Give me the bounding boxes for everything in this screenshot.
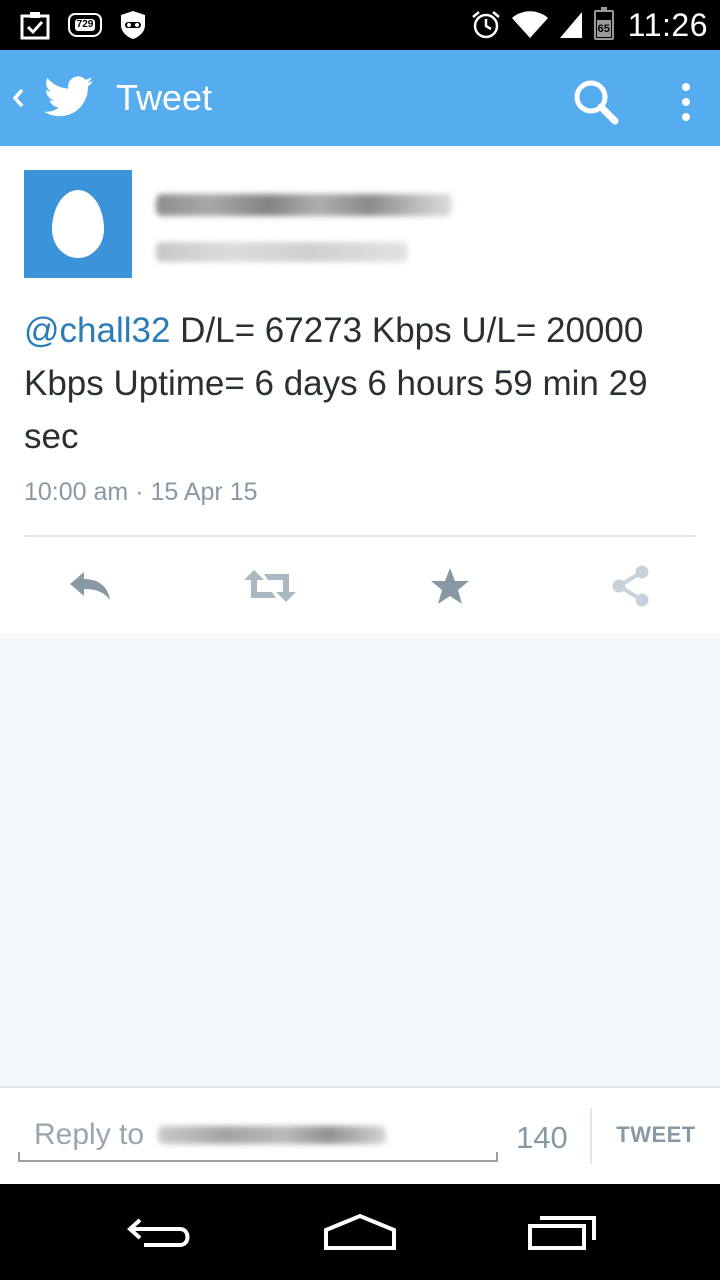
notification-badge-icon: 729	[68, 13, 102, 37]
avatar[interactable]	[24, 170, 132, 278]
tweet-button[interactable]: TWEET	[606, 1122, 706, 1148]
wifi-icon	[511, 11, 548, 38]
tweet-timestamp: 10:00 am · 15 Apr 15	[24, 478, 258, 507]
battery-icon: 65	[593, 7, 614, 40]
egg-avatar-icon	[52, 190, 104, 258]
back-button[interactable]	[6, 80, 30, 116]
reply-placeholder: Reply to	[34, 1118, 145, 1151]
search-icon	[574, 80, 619, 125]
twitter-bird-icon[interactable]	[44, 76, 94, 118]
mention-link[interactable]: @chall32	[24, 311, 170, 350]
reply-icon	[70, 572, 110, 600]
reply-input[interactable]: Reply to	[18, 1110, 498, 1162]
recents-nav-icon	[528, 1216, 596, 1250]
overflow-menu-icon[interactable]	[668, 76, 704, 128]
tweet-text: @chall32 D/L= 67273 Kbps U/L= 20000 Kbps…	[24, 304, 696, 463]
tweet-actions	[0, 558, 720, 614]
nav-back-button[interactable]	[112, 1202, 208, 1262]
status-bar-system: 65 11:26	[470, 6, 708, 43]
home-nav-icon	[324, 1213, 396, 1250]
back-icon	[12, 88, 24, 108]
share-icon	[612, 565, 649, 607]
page-title: Tweet	[116, 77, 213, 118]
status-clock: 11:26	[627, 6, 708, 43]
reply-compose-bar: Reply to 140 TWEET	[0, 1086, 720, 1184]
tweet-date: 15 Apr 15	[150, 478, 258, 506]
character-counter: 140	[516, 1120, 568, 1155]
signal-icon	[559, 12, 582, 38]
favorite-button[interactable]	[420, 558, 480, 614]
app-bar: Tweet	[0, 50, 720, 146]
retweet-button[interactable]	[240, 558, 300, 614]
compose-divider	[590, 1108, 592, 1164]
system-nav-bar	[0, 1184, 720, 1280]
nav-recents-button[interactable]	[514, 1202, 610, 1262]
author-name-redacted[interactable]	[156, 194, 452, 216]
search-button[interactable]	[570, 76, 622, 128]
incognito-icon	[121, 11, 145, 39]
back-nav-icon	[127, 1218, 190, 1247]
reply-button[interactable]	[60, 558, 120, 614]
tweet-card: @chall32 D/L= 67273 Kbps U/L= 20000 Kbps…	[0, 146, 720, 633]
nav-home-button[interactable]	[312, 1202, 408, 1262]
alarm-icon	[471, 11, 500, 39]
meta-separator: ·	[135, 478, 144, 506]
task-check-icon	[20, 12, 50, 40]
share-button[interactable]	[600, 558, 660, 614]
notification-count: 729	[74, 19, 96, 31]
author-handle-redacted[interactable]	[156, 242, 408, 262]
retweet-icon	[244, 570, 296, 602]
favorite-icon	[431, 568, 469, 604]
tweet-time: 10:00 am	[24, 478, 129, 506]
divider	[24, 535, 696, 537]
status-bar: 729 65 11:26	[0, 0, 720, 50]
battery-level: 65	[597, 23, 610, 35]
status-bar-notifications: 729	[20, 8, 146, 42]
reply-recipient-redacted	[158, 1126, 387, 1144]
